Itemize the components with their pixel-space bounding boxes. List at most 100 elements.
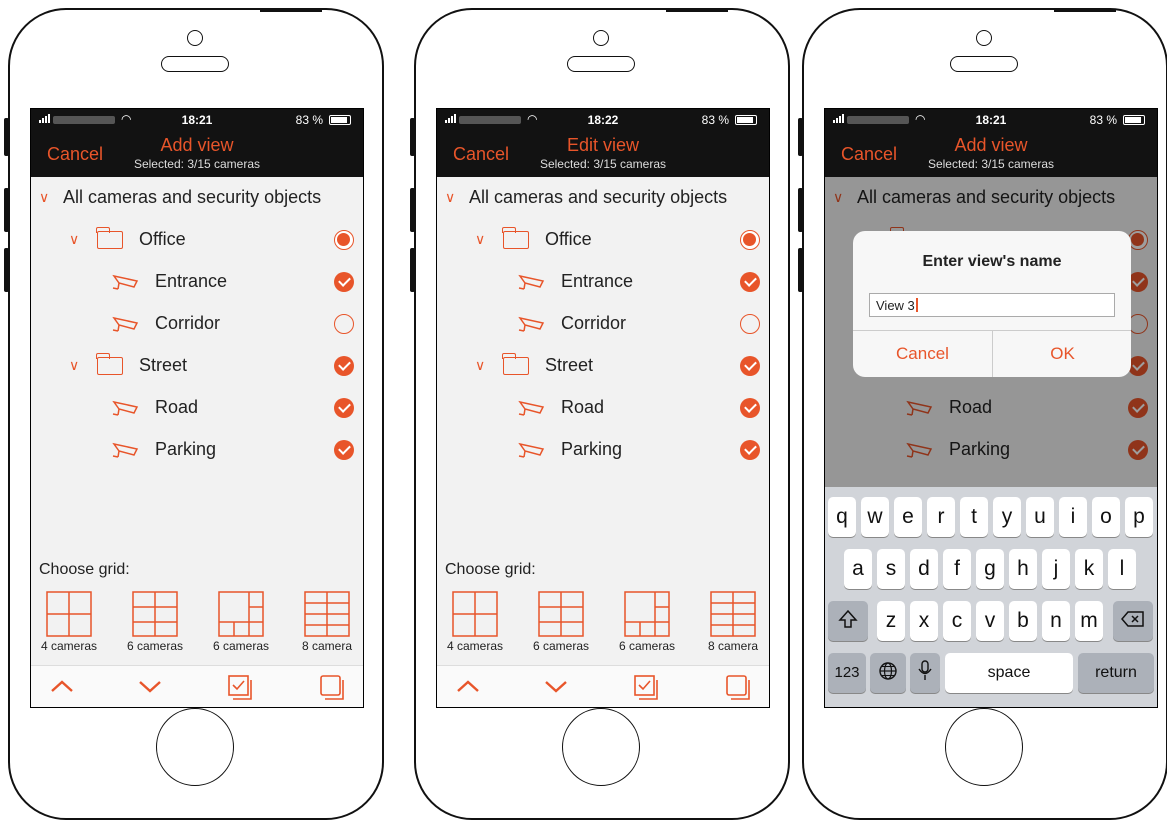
key-d[interactable]: d	[910, 549, 938, 589]
grid-option-6b[interactable]: 6 cameras	[607, 591, 687, 653]
tree-camera-corridor[interactable]: Corridor	[31, 309, 363, 339]
home-button[interactable]	[945, 708, 1023, 786]
home-button[interactable]	[156, 708, 234, 786]
checkbox-checked[interactable]	[740, 272, 760, 292]
return-key[interactable]: return	[1078, 653, 1154, 693]
chevron-down-icon[interactable]: ∨	[39, 189, 49, 206]
tree-camera-road[interactable]: Road	[31, 393, 363, 423]
copy-icon[interactable]	[725, 674, 753, 702]
chevron-down-icon[interactable]: ∨	[69, 357, 79, 374]
key-j[interactable]: j	[1042, 549, 1070, 589]
chevron-down-icon[interactable]	[543, 674, 569, 698]
folder-icon	[502, 353, 529, 375]
dictation-key[interactable]	[910, 653, 940, 693]
checkbox-checked[interactable]	[334, 398, 354, 418]
grid-option-4[interactable]: 4 cameras	[31, 591, 109, 653]
checkbox-checked[interactable]	[334, 356, 354, 376]
key-a[interactable]: a	[844, 549, 872, 589]
grid-option-6b[interactable]: 6 cameras	[201, 591, 281, 653]
key-y[interactable]: y	[993, 497, 1021, 537]
key-p[interactable]: p	[1125, 497, 1153, 537]
key-b[interactable]: b	[1009, 601, 1037, 641]
copy-icon[interactable]	[319, 674, 347, 702]
shift-key[interactable]	[828, 601, 868, 641]
page-title: Add view	[160, 135, 234, 155]
key-l[interactable]: l	[1108, 549, 1136, 589]
key-u[interactable]: u	[1026, 497, 1054, 537]
checkbox-unchecked[interactable]	[740, 314, 760, 334]
tree-group-street[interactable]: ∨ Street	[31, 351, 363, 381]
home-button[interactable]	[562, 708, 640, 786]
selection-count: Selected: 3/15 cameras	[927, 157, 1055, 171]
view-name-input[interactable]: View 3	[869, 293, 1115, 317]
chevron-up-icon[interactable]	[49, 674, 75, 698]
chevron-down-icon[interactable]	[137, 674, 163, 698]
key-g[interactable]: g	[976, 549, 1004, 589]
grid-option-6a[interactable]: 6 cameras	[115, 591, 195, 653]
phone-frame-3: ◠ 18:21 83 % Cancel Add view Selected: 3…	[798, 8, 1167, 820]
key-v[interactable]: v	[976, 601, 1004, 641]
key-n[interactable]: n	[1042, 601, 1070, 641]
tree-group-office[interactable]: ∨ Office	[437, 225, 769, 255]
key-s[interactable]: s	[877, 549, 905, 589]
chevron-down-icon[interactable]: ∨	[475, 357, 485, 374]
globe-key[interactable]	[870, 653, 906, 693]
grid-option-8[interactable]: 8 camera	[287, 591, 363, 653]
key-f[interactable]: f	[943, 549, 971, 589]
key-w[interactable]: w	[861, 497, 889, 537]
tree-camera-entrance[interactable]: Entrance	[437, 267, 769, 297]
chevron-down-icon[interactable]: ∨	[69, 231, 79, 248]
tree-root[interactable]: ∨ All cameras and security objects	[437, 183, 769, 213]
dialog-cancel-button[interactable]: Cancel	[853, 331, 992, 377]
checkbox-checked[interactable]	[334, 272, 354, 292]
chevron-up-icon[interactable]	[455, 674, 481, 698]
key-x[interactable]: x	[910, 601, 938, 641]
tree-camera-road[interactable]: Road	[437, 393, 769, 423]
tree-group-street[interactable]: ∨ Street	[437, 351, 769, 381]
key-h[interactable]: h	[1009, 549, 1037, 589]
check-all-icon[interactable]	[633, 674, 661, 702]
key-k[interactable]: k	[1075, 549, 1103, 589]
grid-option-8[interactable]: 8 camera	[693, 591, 769, 653]
tree-group-office[interactable]: ∨ Office	[31, 225, 363, 255]
front-camera	[976, 30, 992, 46]
checkbox-partial[interactable]	[740, 230, 760, 250]
checkbox-checked[interactable]	[740, 398, 760, 418]
checkbox-unchecked[interactable]	[334, 314, 354, 334]
tree-camera-entrance[interactable]: Entrance	[31, 267, 363, 297]
key-i[interactable]: i	[1059, 497, 1087, 537]
bottom-toolbar	[437, 665, 769, 707]
key-c[interactable]: c	[943, 601, 971, 641]
key-z[interactable]: z	[877, 601, 905, 641]
chevron-down-icon[interactable]: ∨	[445, 189, 455, 206]
chevron-down-icon[interactable]: ∨	[475, 231, 485, 248]
tree-camera-parking[interactable]: Parking	[31, 435, 363, 465]
check-all-icon[interactable]	[227, 674, 255, 702]
camera-label: Corridor	[155, 313, 221, 333]
key-t[interactable]: t	[960, 497, 988, 537]
checkbox-checked[interactable]	[334, 440, 354, 460]
key-o[interactable]: o	[1092, 497, 1120, 537]
top-bar-mark	[260, 9, 322, 12]
grid-option-6a[interactable]: 6 cameras	[521, 591, 601, 653]
mute-switch	[410, 118, 415, 156]
volume-up-button	[4, 188, 9, 232]
key-q[interactable]: q	[828, 497, 856, 537]
key-e[interactable]: e	[894, 497, 922, 537]
folder-icon	[96, 353, 123, 375]
tree-camera-corridor[interactable]: Corridor	[437, 309, 769, 339]
checkbox-checked[interactable]	[740, 440, 760, 460]
tree-root[interactable]: ∨ All cameras and security objects	[31, 183, 363, 213]
tree-camera-parking[interactable]: Parking	[437, 435, 769, 465]
dialog-ok-button[interactable]: OK	[992, 331, 1131, 377]
key-m[interactable]: m	[1075, 601, 1103, 641]
grid-option-4[interactable]: 4 cameras	[437, 591, 515, 653]
key-r[interactable]: r	[927, 497, 955, 537]
space-key[interactable]: space	[945, 653, 1073, 693]
numbers-key[interactable]: 123	[828, 653, 866, 693]
checkbox-partial[interactable]	[334, 230, 354, 250]
dialog-buttons: Cancel OK	[853, 330, 1131, 377]
checkbox-checked[interactable]	[740, 356, 760, 376]
page-title: Add view	[954, 135, 1028, 155]
backspace-key[interactable]	[1113, 601, 1153, 641]
